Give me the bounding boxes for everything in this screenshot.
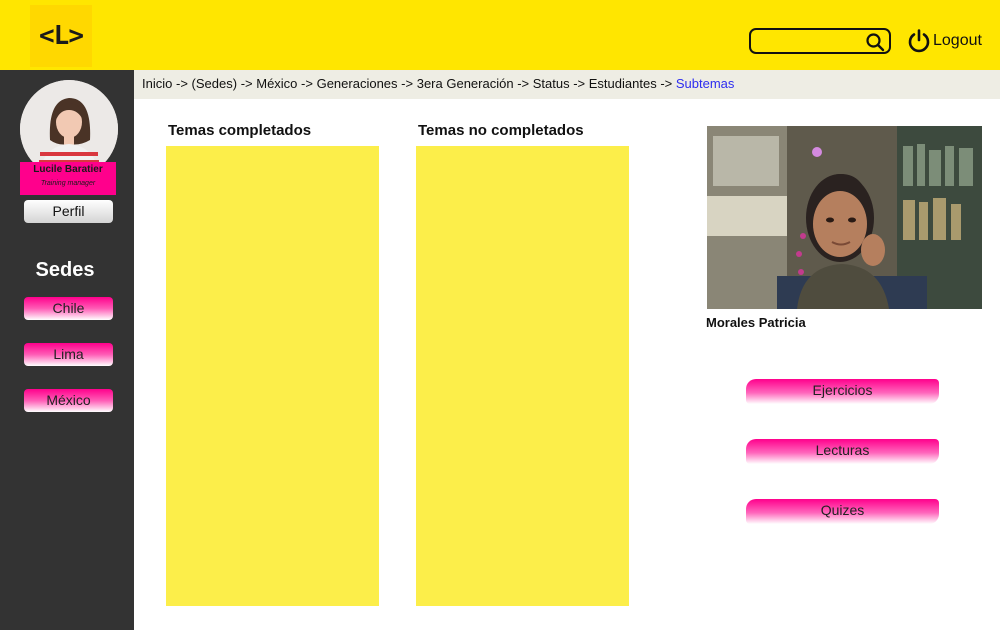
sede-button-mexico[interactable]: México	[24, 389, 113, 412]
breadcrumb-separator: ->	[175, 76, 192, 91]
sede-button-lima[interactable]: Lima	[24, 343, 113, 366]
breadcrumb-separator: ->	[660, 76, 676, 91]
profile-button[interactable]: Perfil	[24, 200, 113, 223]
completed-topics-panel	[166, 146, 379, 606]
logout-label: Logout	[933, 32, 982, 49]
ejercicios-button[interactable]: Ejercicios	[746, 379, 939, 404]
breadcrumb-item-mexico[interactable]: México	[256, 76, 297, 91]
sede-button-chile[interactable]: Chile	[24, 297, 113, 320]
user-role: Training manager	[40, 180, 96, 187]
breadcrumb-separator: ->	[301, 76, 317, 91]
quizes-button[interactable]: Quizes	[746, 499, 939, 524]
breadcrumb-current-subtemas[interactable]: Subtemas	[676, 76, 735, 91]
breadcrumb-item-inicio[interactable]: Inicio	[142, 76, 172, 91]
app-logo[interactable]: <L>	[30, 5, 92, 67]
breadcrumb-item-generaciones[interactable]: Generaciones	[317, 76, 398, 91]
user-name-badge: Lucile Baratier Training manager	[20, 162, 116, 195]
breadcrumb-item-sedes[interactable]: (Sedes)	[192, 76, 238, 91]
breadcrumb-separator: ->	[573, 76, 589, 91]
student-photo	[707, 126, 982, 309]
breadcrumb-separator: ->	[517, 76, 533, 91]
not-completed-topics-panel	[416, 146, 629, 606]
top-header: <L> Logout	[0, 0, 1000, 70]
logout-button[interactable]: Logout	[906, 27, 982, 55]
search-input[interactable]	[757, 32, 865, 50]
lecturas-button[interactable]: Lecturas	[746, 439, 939, 464]
breadcrumb-separator: ->	[240, 76, 257, 91]
student-photo-image	[707, 126, 982, 309]
completed-topics-title: Temas completados	[168, 122, 312, 139]
breadcrumb-item-status[interactable]: Status	[533, 76, 570, 91]
breadcrumb-item-estudiantes[interactable]: Estudiantes	[589, 76, 657, 91]
breadcrumb-item-3era-generacion[interactable]: 3era Generación	[417, 76, 514, 91]
sedes-heading: Sedes	[35, 259, 95, 281]
user-name: Lucile Baratier	[33, 164, 103, 175]
power-icon[interactable]	[906, 28, 932, 54]
not-completed-topics-title: Temas no completados	[418, 122, 584, 139]
sidebar: Lucile Baratier Training manager Perfil …	[0, 70, 134, 630]
search-icon[interactable]	[865, 32, 885, 52]
search-box[interactable]	[749, 28, 891, 54]
breadcrumb-separator: ->	[401, 76, 417, 91]
student-name: Morales Patricia	[706, 315, 806, 330]
breadcrumb: Inicio -> (Sedes) -> México -> Generacio…	[134, 70, 1000, 99]
